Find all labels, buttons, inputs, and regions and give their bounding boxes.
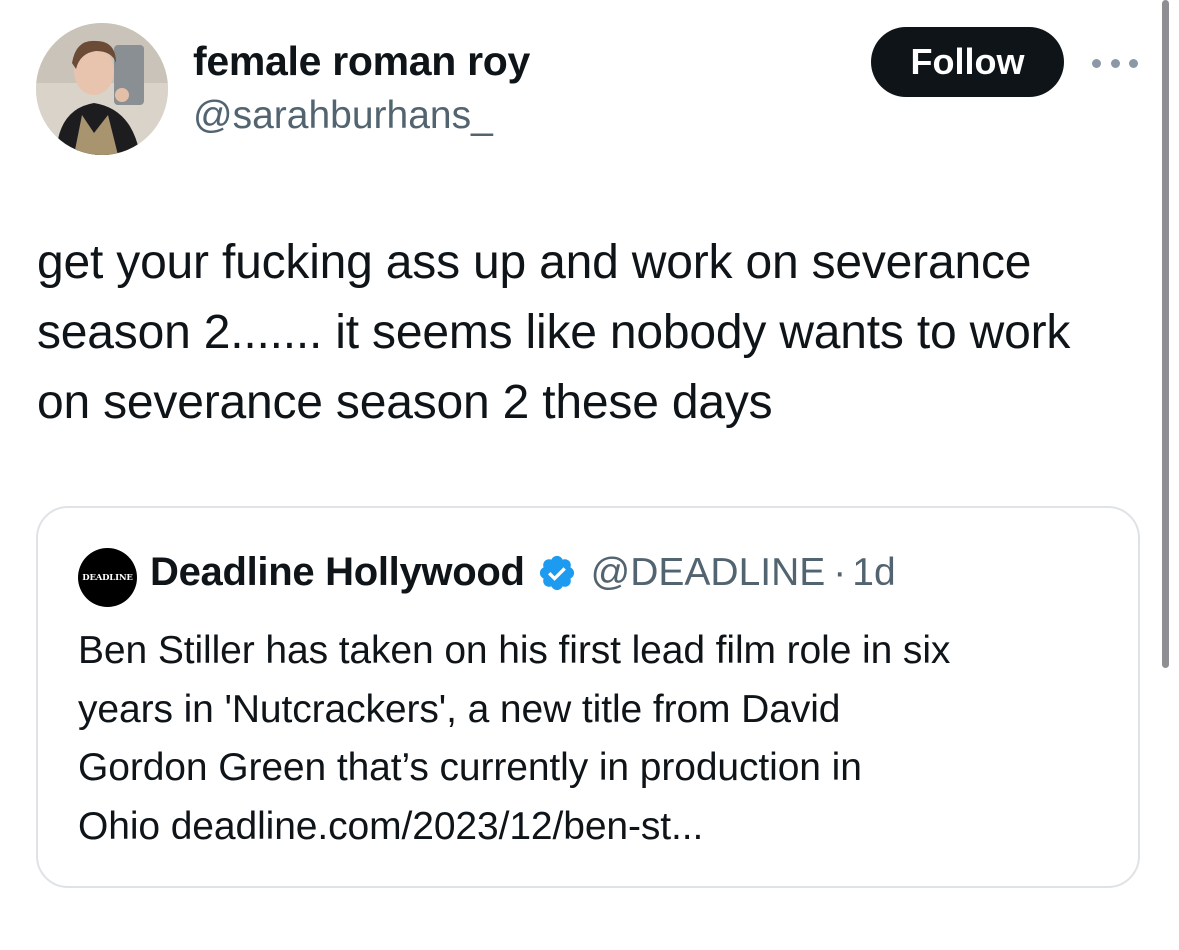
more-dot [1129,58,1138,68]
quote-separator: · [833,550,847,594]
quote-avatar[interactable]: DEADLINE [78,548,137,607]
verified-badge-icon [539,555,574,590]
quote-handle[interactable]: @DEADLINE [591,551,826,595]
tweet-text-line: season 2....... it seems like nobody wan… [37,306,1071,359]
author-display-name[interactable]: female roman roy [193,38,530,85]
author-handle[interactable]: @sarahburhans_ [193,94,493,138]
quote-header: Deadline Hollywood @DEADLINE · 1d [150,550,896,595]
tweet-text-line: get your fucking ass up and work on seve… [37,236,1032,289]
scrollbar[interactable] [1162,0,1169,668]
more-horizontal-icon[interactable] [1092,55,1138,71]
follow-button[interactable]: Follow [871,27,1064,97]
quote-text-line: Gordon Green that’s currently in product… [78,746,862,789]
quote-text-line: Ben Stiller has taken on his first lead … [78,629,951,672]
author-avatar[interactable] [36,23,168,155]
quoted-tweet-card[interactable]: DEADLINE Deadline Hollywood @DEADLINE · … [36,506,1140,888]
tweet-text-line: on severance season 2 these days [37,376,773,429]
quote-text-line: Ohio deadline.com/2023/12/ben-st... [78,804,704,848]
quote-text-line: years in 'Nutcrackers', a new title from… [78,687,841,731]
more-dot [1110,58,1120,68]
tweet-text: get your fucking ass up and work on seve… [37,228,1152,438]
quote-text: Ben Stiller has taken on his first lead … [78,622,1118,856]
more-dot [1092,58,1101,68]
quote-timestamp[interactable]: 1d [852,551,895,595]
quote-display-name[interactable]: Deadline Hollywood [150,550,525,595]
quote-avatar-logo-text: DEADLINE [82,572,133,583]
